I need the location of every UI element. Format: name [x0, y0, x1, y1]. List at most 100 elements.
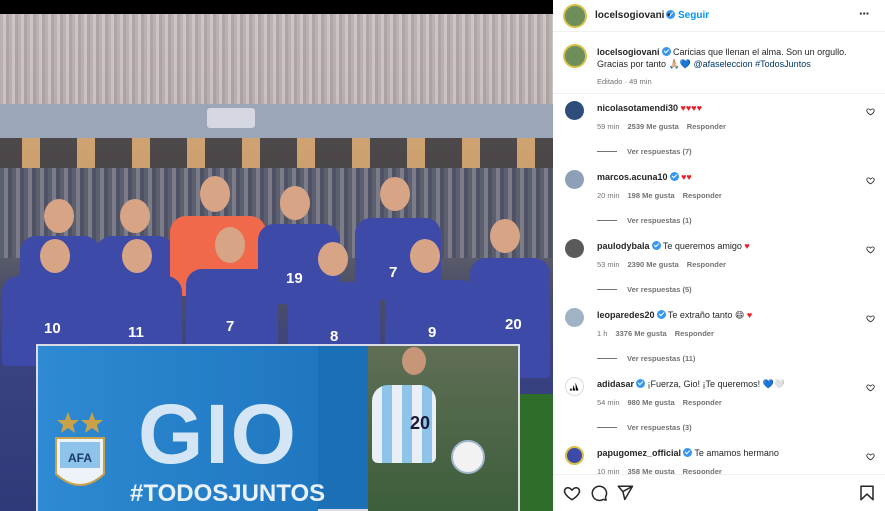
- comment-body: Te queremos amigo: [662, 241, 742, 251]
- post-header: locelsogiovani • Seguir ···: [553, 0, 885, 32]
- view-replies-button[interactable]: Ver respuestas (11): [597, 354, 695, 363]
- banner-hashtag: #TODOSJUNTOS: [130, 480, 326, 507]
- commenter-username[interactable]: paulodybala: [597, 241, 650, 251]
- comment-likes[interactable]: 980 Me gusta: [628, 398, 675, 407]
- caption-hashtag[interactable]: #TodosJuntos: [755, 59, 811, 69]
- verified-badge-icon: [636, 379, 646, 388]
- comment-text: adidasar ¡Fuerza, Gio! ¡Te queremos! 💙🤍: [597, 379, 785, 390]
- gio-player-head: [402, 347, 426, 375]
- commenter-avatar[interactable]: [565, 170, 584, 189]
- reply-button[interactable]: Responder: [687, 260, 726, 269]
- adidas-logo-icon: [569, 382, 579, 391]
- stadium-crowd: [0, 14, 553, 109]
- post-side-panel: locelsogiovani • Seguir ··· locelsogiova…: [553, 0, 885, 511]
- comment-meta: 1 h 3376 Me gusta Responder: [597, 329, 722, 338]
- verified-badge-icon: [661, 47, 671, 56]
- commenter-avatar[interactable]: [565, 308, 584, 327]
- reply-button[interactable]: Responder: [687, 122, 726, 131]
- player-head: [120, 199, 150, 233]
- comment-time: 53 min: [597, 260, 620, 269]
- follow-button[interactable]: Seguir: [678, 10, 709, 21]
- comment-emoji: ♥♥: [681, 172, 692, 182]
- commenter-avatar[interactable]: [565, 377, 584, 396]
- comment-likes[interactable]: 2539 Me gusta: [628, 122, 679, 131]
- view-replies-button[interactable]: Ver respuestas (5): [597, 285, 692, 294]
- reply-button[interactable]: Responder: [683, 191, 722, 200]
- commenter-avatar[interactable]: [565, 101, 584, 120]
- edited-timestamp: Editado · 49 min: [597, 77, 652, 86]
- afa-crest-icon: AFA: [55, 412, 105, 486]
- comment-text: paulodybala Te queremos amigo ♥: [597, 241, 750, 251]
- comment-like-heart-icon[interactable]: [866, 314, 875, 323]
- stadium-band: [0, 104, 553, 138]
- stadium-band-logo: [207, 108, 255, 128]
- heart-icon[interactable]: [563, 484, 581, 502]
- player-head: [410, 239, 440, 273]
- comment-time: 59 min: [597, 122, 620, 131]
- caption-author-avatar[interactable]: [563, 44, 587, 68]
- stadium-lights: [0, 138, 553, 168]
- commenter-avatar[interactable]: [565, 446, 584, 465]
- comment-text: nicolasotamendi30 ♥♥♥♥: [597, 103, 702, 113]
- comment-body: ¡Fuerza, Gio! ¡Te queremos! 💙🤍: [647, 379, 785, 389]
- player-head: [380, 177, 410, 211]
- post-caption: locelsogiovani Caricias que llenan el al…: [597, 46, 872, 70]
- shirt-number: 7: [389, 264, 398, 281]
- more-options-icon[interactable]: ···: [859, 6, 870, 21]
- player-head: [200, 176, 230, 212]
- gio-shirt-number: 20: [410, 413, 431, 433]
- comment-like-heart-icon[interactable]: [866, 452, 875, 461]
- comment-meta: 53 min 2390 Me gusta Responder: [597, 260, 734, 269]
- verified-badge-icon: [683, 448, 693, 457]
- player-head: [215, 227, 245, 263]
- comment-like-heart-icon[interactable]: [866, 107, 875, 116]
- player-head: [44, 199, 74, 233]
- author-username[interactable]: locelsogiovani: [595, 10, 676, 21]
- commenter-username[interactable]: papugomez_official: [597, 448, 681, 458]
- commenter-username[interactable]: marcos.acuna10: [597, 172, 668, 182]
- comment-like-heart-icon[interactable]: [866, 383, 875, 392]
- comment-likes[interactable]: 2390 Me gusta: [628, 260, 679, 269]
- top-black-strip: [0, 0, 553, 14]
- commenter-username[interactable]: nicolasotamendi30: [597, 103, 678, 113]
- shirt-number: 7: [226, 318, 235, 335]
- view-replies-button[interactable]: Ver respuestas (3): [597, 423, 692, 432]
- comment-text: leoparedes20 Te extraño tanto 😄 ♥: [597, 310, 752, 321]
- comment-meta: 59 min 2539 Me gusta Responder: [597, 122, 734, 131]
- svg-text:AFA: AFA: [68, 451, 92, 465]
- comment-time: 1 h: [597, 329, 608, 338]
- comment-likes[interactable]: 198 Me gusta: [628, 191, 675, 200]
- comment-like-heart-icon[interactable]: [866, 176, 875, 185]
- view-replies-button[interactable]: Ver respuestas (7): [597, 147, 692, 156]
- commenter-username[interactable]: adidasar: [597, 379, 634, 389]
- comment-text: marcos.acuna10 ♥♥: [597, 172, 692, 182]
- comment-emoji: ♥: [744, 241, 750, 251]
- player-head: [122, 239, 152, 273]
- comment-time: 54 min: [597, 398, 620, 407]
- commenter-avatar[interactable]: [565, 239, 584, 258]
- player-head: [40, 239, 70, 273]
- reply-button[interactable]: Responder: [683, 398, 722, 407]
- verified-badge-icon: [651, 241, 661, 250]
- player-head: [490, 219, 520, 253]
- comment-icon[interactable]: [590, 484, 608, 502]
- commenter-username[interactable]: leoparedes20: [597, 310, 655, 320]
- shirt-number: 10: [44, 320, 61, 337]
- shirt-number: 11: [128, 324, 144, 341]
- shirt-number: 8: [330, 328, 339, 345]
- comment-emoji: ♥♥♥♥: [680, 103, 702, 113]
- reply-button[interactable]: Responder: [675, 329, 714, 338]
- football: [451, 440, 485, 474]
- shirt-number: 20: [505, 316, 522, 333]
- caption-mention[interactable]: @afaseleccion: [693, 59, 752, 69]
- view-replies-button[interactable]: Ver respuestas (1): [597, 216, 692, 225]
- comment-likes[interactable]: 3376 Me gusta: [615, 329, 666, 338]
- shirt-number: 9: [428, 324, 437, 341]
- author-avatar[interactable]: [563, 4, 587, 28]
- comment-like-heart-icon[interactable]: [866, 245, 875, 254]
- comment-body: Te extraño tanto 😄: [667, 310, 745, 320]
- caption-username[interactable]: locelsogiovani: [597, 47, 660, 57]
- share-icon[interactable]: [616, 484, 634, 502]
- pitch-grass: [520, 394, 553, 511]
- bookmark-icon[interactable]: [858, 484, 876, 502]
